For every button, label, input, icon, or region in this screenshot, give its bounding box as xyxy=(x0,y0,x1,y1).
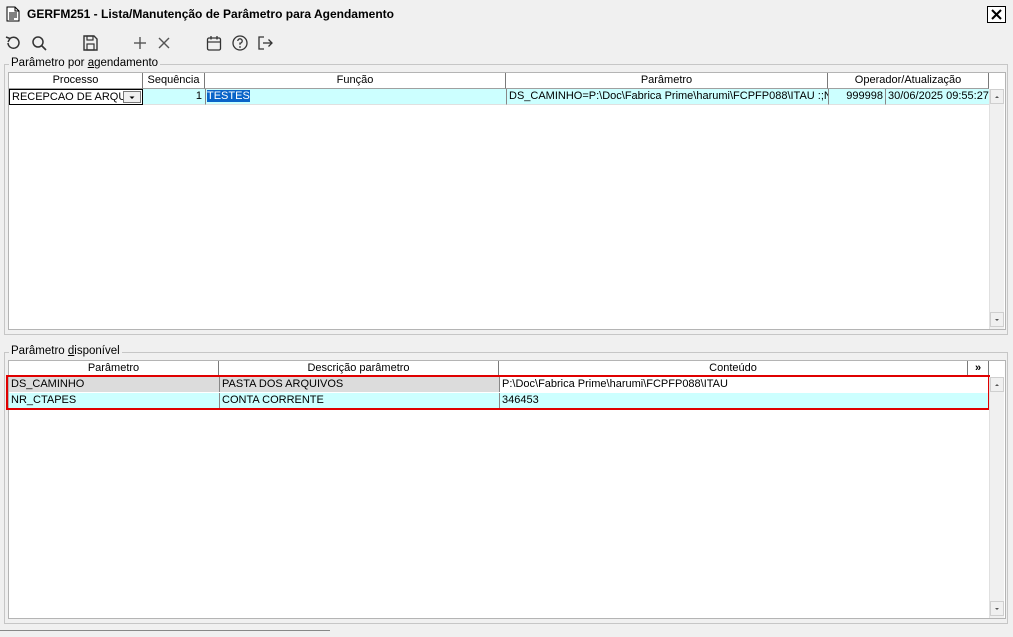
funcao-cell[interactable]: TESTES xyxy=(205,89,506,105)
sequencia-cell[interactable]: 1 xyxy=(143,89,205,105)
status-bar xyxy=(0,630,330,637)
delete-icon xyxy=(158,37,170,49)
save-icon xyxy=(83,35,98,51)
group-label-disponivel: Parâmetro disponível xyxy=(9,345,122,357)
scroll-down-button[interactable] xyxy=(990,601,1004,616)
conteudo-cell[interactable]: 346453 xyxy=(499,393,989,408)
add-button[interactable] xyxy=(129,32,151,54)
window-title: GERFM251 - Lista/Manutenção de Parâmetro… xyxy=(27,7,394,21)
scrollbar-agendamento[interactable] xyxy=(989,89,1004,329)
save-button[interactable] xyxy=(79,32,101,54)
exit-button[interactable] xyxy=(254,32,276,54)
col-header-sequencia[interactable]: Sequência xyxy=(143,73,205,89)
grid-agendamento xyxy=(8,72,1006,330)
funcao-value: TESTES xyxy=(207,90,250,102)
undo-button[interactable] xyxy=(2,32,24,54)
arrow-down-icon xyxy=(995,318,999,321)
table-row[interactable]: NR_CTAPES CONTA CORRENTE 346453 xyxy=(9,393,989,408)
delete-button[interactable] xyxy=(153,32,175,54)
arrow-down-icon xyxy=(995,607,999,610)
parametro-cell[interactable]: DS_CAMINHO xyxy=(9,377,219,392)
descricao-cell[interactable]: PASTA DOS ARQUIVOS xyxy=(219,377,499,392)
scroll-up-button[interactable] xyxy=(990,377,1004,392)
close-icon xyxy=(991,9,1002,20)
scroll-up-button[interactable] xyxy=(990,89,1004,104)
document-icon xyxy=(6,6,20,22)
col-header-descricao[interactable]: Descrição parâmetro xyxy=(219,361,499,377)
col-header-parametro[interactable]: Parâmetro xyxy=(506,73,828,89)
processo-value: RECEPCAO DE ARQUIV xyxy=(12,91,137,103)
chevron-down-icon xyxy=(129,96,135,99)
help-button[interactable] xyxy=(229,32,251,54)
processo-dropdown-button[interactable] xyxy=(123,91,141,103)
title-bar: GERFM251 - Lista/Manutenção de Parâmetro… xyxy=(0,0,1013,28)
undo-icon xyxy=(5,36,20,49)
col-header-funcao[interactable]: Função xyxy=(205,73,506,89)
search-icon xyxy=(32,36,47,51)
parametro-cell[interactable]: DS_CAMINHO=P:\Doc\Fabrica Prime\harumi\F… xyxy=(506,89,828,105)
parametro-cell[interactable]: NR_CTAPES xyxy=(9,393,219,408)
group-label-agendamento: Parâmetro por agendamento xyxy=(9,57,161,69)
atualizacao-cell[interactable]: 30/06/2025 09:55:27 xyxy=(885,89,989,105)
scroll-down-button[interactable] xyxy=(990,312,1004,327)
arrow-up-icon xyxy=(995,95,999,98)
descricao-cell[interactable]: CONTA CORRENTE xyxy=(219,393,499,408)
add-icon xyxy=(134,37,146,49)
arrow-up-icon xyxy=(995,383,999,386)
table-row[interactable]: RECEPCAO DE ARQUIV 1 TESTES DS_CAMINHO=P… xyxy=(9,89,989,105)
col-header-conteudo[interactable]: Conteúdo xyxy=(499,361,968,377)
calendar-button[interactable] xyxy=(203,32,225,54)
help-icon xyxy=(232,35,248,51)
toolbar xyxy=(0,28,1013,58)
col-header-operador-atualizacao[interactable]: Operador/Atualização xyxy=(828,73,989,89)
processo-combobox[interactable]: RECEPCAO DE ARQUIV xyxy=(9,89,143,105)
more-columns-button[interactable]: » xyxy=(968,361,989,377)
table-row[interactable]: DS_CAMINHO PASTA DOS ARQUIVOS P:\Doc\Fab… xyxy=(9,377,989,392)
col-header-parametro2[interactable]: Parâmetro xyxy=(9,361,219,377)
col-header-processo[interactable]: Processo xyxy=(9,73,143,89)
search-button[interactable] xyxy=(28,32,50,54)
operador-cell[interactable]: 999998 xyxy=(828,89,885,105)
exit-icon xyxy=(258,36,273,50)
close-button[interactable] xyxy=(987,6,1006,23)
conteudo-input[interactable]: P:\Doc\Fabrica Prime\harumi\FCPFP088\ITA… xyxy=(499,377,989,392)
calendar-icon xyxy=(206,36,222,51)
scrollbar-disponivel[interactable] xyxy=(989,377,1004,618)
